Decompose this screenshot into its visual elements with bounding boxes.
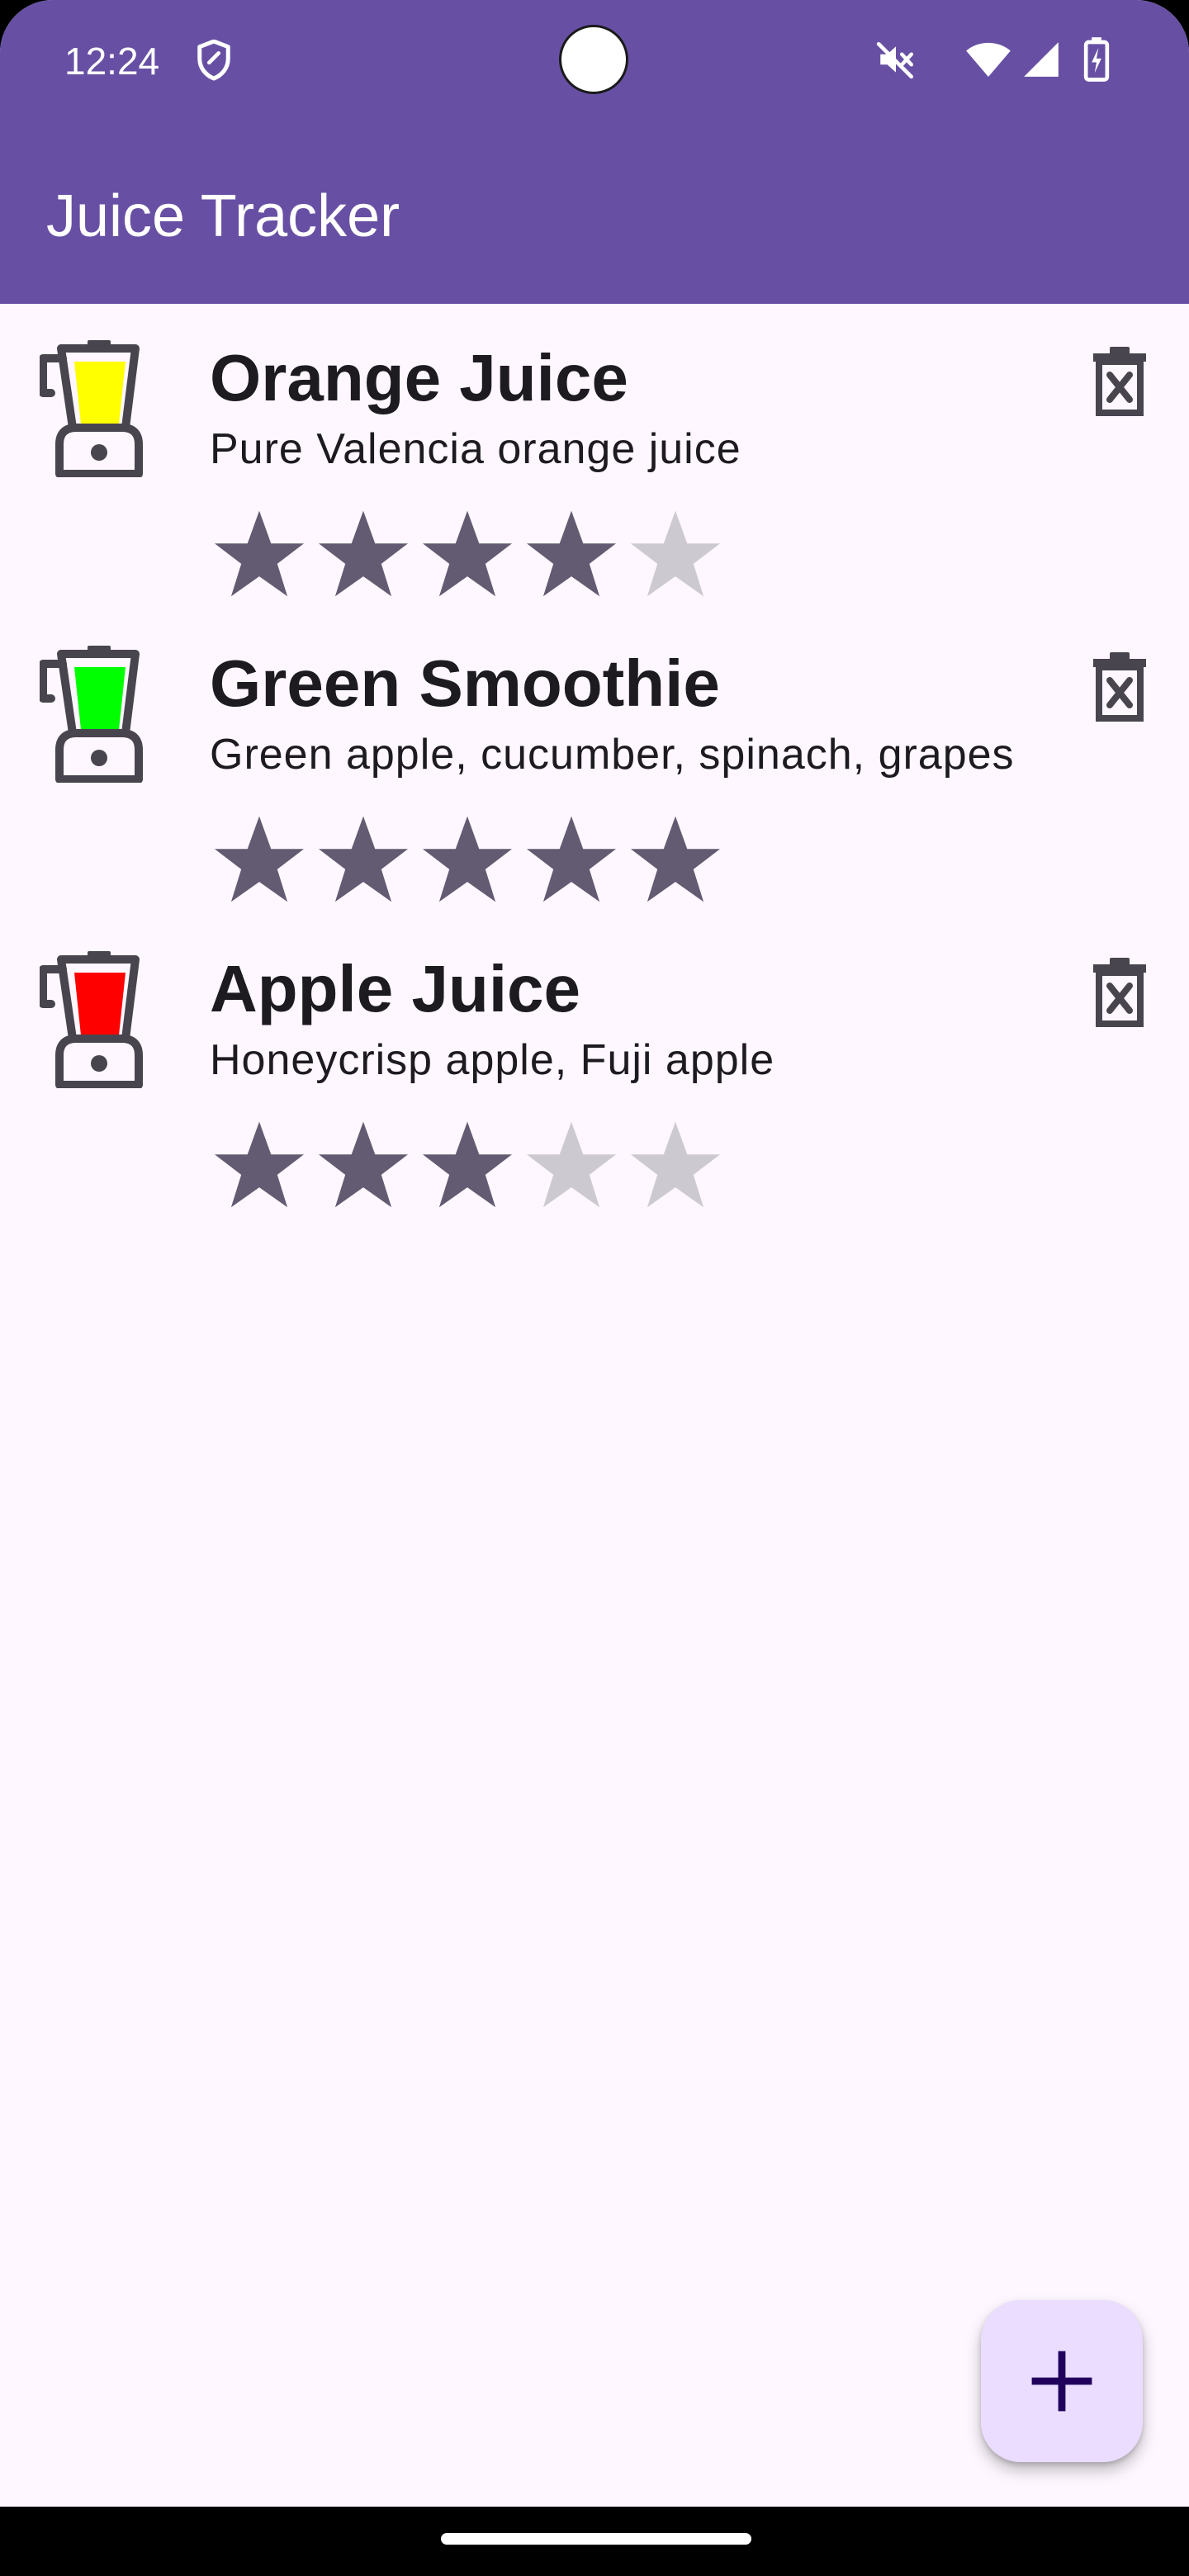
battery-charging-icon <box>1083 37 1110 82</box>
plus-icon <box>1031 2351 1092 2412</box>
top-app-bar: 12:24 Juice Tracker <box>0 0 1189 304</box>
blender-icon <box>40 951 143 1088</box>
delete-icon <box>1093 652 1146 722</box>
delete-icon <box>1093 347 1146 416</box>
signal-icon <box>1024 42 1059 77</box>
shield-icon <box>197 40 230 81</box>
wifi-icon <box>966 42 1011 77</box>
add-juice-button[interactable] <box>981 2300 1143 2462</box>
star-filled-icon[interactable] <box>419 1118 515 1214</box>
mute-icon <box>876 41 914 79</box>
star-filled-icon[interactable] <box>523 507 619 603</box>
star-filled-icon[interactable] <box>523 812 619 908</box>
blender-icon <box>40 340 143 477</box>
star-filled-icon[interactable] <box>315 812 411 908</box>
juice-name: Orange Juice <box>210 341 628 414</box>
juice-name: Apple Juice <box>210 952 581 1025</box>
juice-description: Honeycrisp apple, Fuji apple <box>210 1036 775 1084</box>
gesture-nav-handle[interactable] <box>441 2533 751 2545</box>
star-filled-icon[interactable] <box>315 1118 411 1214</box>
star-filled-icon[interactable] <box>211 812 307 908</box>
juice-name: Green Smoothie <box>210 646 720 720</box>
star-filled-icon[interactable] <box>628 812 723 908</box>
delete-button[interactable] <box>1077 340 1163 426</box>
delete-button[interactable] <box>1077 646 1163 732</box>
juice-description: Green apple, cucumber, spinach, grapes <box>210 731 1015 779</box>
juice-description: Pure Valencia orange juice <box>210 425 741 473</box>
juice-item[interactable]: Orange Juice Pure Valencia orange juice <box>0 304 1189 609</box>
delete-button[interactable] <box>1077 951 1163 1037</box>
blender-icon <box>40 646 143 783</box>
juice-item[interactable]: Green Smoothie Green apple, cucumber, sp… <box>0 609 1189 915</box>
star-empty-icon[interactable] <box>523 1118 619 1214</box>
status-time: 12:24 <box>64 40 160 83</box>
app-title: Juice Tracker <box>46 183 400 249</box>
star-filled-icon[interactable] <box>211 1118 307 1214</box>
juice-item[interactable]: Apple Juice Honeycrisp apple, Fuji apple <box>0 915 1189 1220</box>
star-filled-icon[interactable] <box>315 507 411 603</box>
star-empty-icon[interactable] <box>628 507 723 603</box>
delete-icon <box>1093 958 1146 1027</box>
app-screen: 12:24 Juice Tracker Orange Juice Pure Va… <box>0 0 1189 2507</box>
juice-list: Orange Juice Pure Valencia orange juice <box>0 304 1189 1220</box>
star-filled-icon[interactable] <box>211 507 307 603</box>
star-empty-icon[interactable] <box>628 1118 723 1214</box>
camera-cutout <box>559 25 628 94</box>
star-filled-icon[interactable] <box>419 812 515 908</box>
star-filled-icon[interactable] <box>419 507 515 603</box>
